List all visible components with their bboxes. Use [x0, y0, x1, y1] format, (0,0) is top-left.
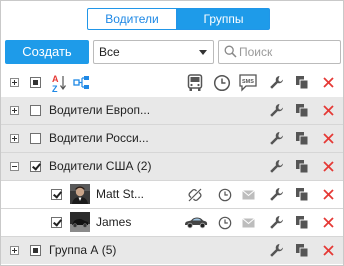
- search-icon: [224, 45, 237, 58]
- search-box[interactable]: [218, 40, 341, 64]
- svg-text:Z: Z: [52, 84, 58, 93]
- avatar: [70, 212, 90, 232]
- hierarchy-icon[interactable]: [73, 75, 91, 91]
- collapse-icon[interactable]: [10, 162, 19, 171]
- delete-icon[interactable]: [323, 189, 334, 200]
- clock-icon: [213, 74, 231, 92]
- row-checkbox[interactable]: [30, 105, 41, 116]
- delete-icon[interactable]: [323, 245, 334, 256]
- group-name: Водители Европ...: [49, 103, 151, 117]
- group-name: Группа А (5): [49, 243, 117, 257]
- mail-icon[interactable]: [242, 190, 255, 200]
- copy-icon[interactable]: [295, 215, 309, 230]
- wrench-icon[interactable]: [269, 215, 284, 230]
- expand-icon[interactable]: [10, 134, 19, 143]
- copy-icon[interactable]: [295, 159, 309, 174]
- car-icon[interactable]: [184, 216, 208, 229]
- group-row[interactable]: Водители Росси...: [1, 125, 343, 152]
- driver-name: James: [96, 215, 132, 229]
- sort-az-icon[interactable]: A Z: [51, 73, 67, 93]
- row-checkbox[interactable]: [51, 189, 62, 200]
- wrench-icon[interactable]: [269, 187, 284, 202]
- tab-drivers[interactable]: Водители: [87, 8, 177, 30]
- driver-name: Matt St...: [96, 187, 145, 201]
- row-checkbox[interactable]: [30, 161, 41, 172]
- group-name: Водители Росси...: [49, 131, 149, 145]
- groups-panel: Водители Группы Создать Все A Z: [0, 0, 344, 266]
- driver-row[interactable]: James: [1, 209, 343, 236]
- filter-select-value: Все: [99, 45, 120, 59]
- expand-all-icon[interactable]: [10, 78, 19, 87]
- copy-icon[interactable]: [295, 103, 309, 118]
- wrench-icon[interactable]: [269, 159, 284, 174]
- wrench-icon: [270, 76, 283, 89]
- copy-icon[interactable]: [295, 243, 309, 258]
- group-row[interactable]: Водители США (2): [1, 153, 343, 180]
- row-checkbox[interactable]: [30, 245, 41, 256]
- wrench-icon[interactable]: [269, 103, 284, 118]
- sms-icon: SMS: [239, 74, 257, 92]
- toolbar: Создать Все: [5, 40, 341, 64]
- unlinked-icon[interactable]: [188, 188, 202, 202]
- delete-icon[interactable]: [323, 161, 334, 172]
- delete-icon[interactable]: [323, 133, 334, 144]
- group-row[interactable]: Группа А (5): [1, 237, 343, 264]
- copy-icon[interactable]: [295, 131, 309, 146]
- svg-text:SMS: SMS: [242, 79, 254, 85]
- clock-icon[interactable]: [218, 188, 232, 202]
- expand-icon[interactable]: [10, 106, 19, 115]
- driver-row[interactable]: Matt St...: [1, 181, 343, 208]
- clock-icon[interactable]: [218, 216, 232, 230]
- delete-icon[interactable]: [323, 77, 334, 88]
- row-checkbox[interactable]: [30, 133, 41, 144]
- wrench-icon[interactable]: [269, 131, 284, 146]
- tab-groups[interactable]: Группы: [177, 8, 270, 30]
- search-input[interactable]: [239, 42, 337, 62]
- group-name: Водители США (2): [49, 159, 152, 173]
- row-checkbox[interactable]: [51, 217, 62, 228]
- vehicle-icon: [187, 74, 203, 91]
- select-all-checkbox[interactable]: [30, 77, 41, 88]
- filter-select[interactable]: Все: [93, 40, 214, 64]
- group-row[interactable]: Водители Европ...: [1, 97, 343, 124]
- mail-icon[interactable]: [242, 218, 255, 228]
- delete-icon[interactable]: [323, 105, 334, 116]
- wrench-icon[interactable]: [269, 243, 284, 258]
- create-button[interactable]: Создать: [5, 40, 89, 64]
- svg-text:A: A: [52, 74, 59, 84]
- copy-icon: [296, 76, 309, 90]
- list-header: A Z SMS: [1, 69, 343, 97]
- tab-bar: Водители Группы: [87, 8, 270, 30]
- chevron-down-icon: [199, 50, 207, 55]
- delete-icon[interactable]: [323, 217, 334, 228]
- avatar: [70, 184, 90, 204]
- expand-icon[interactable]: [10, 246, 19, 255]
- copy-icon[interactable]: [295, 187, 309, 202]
